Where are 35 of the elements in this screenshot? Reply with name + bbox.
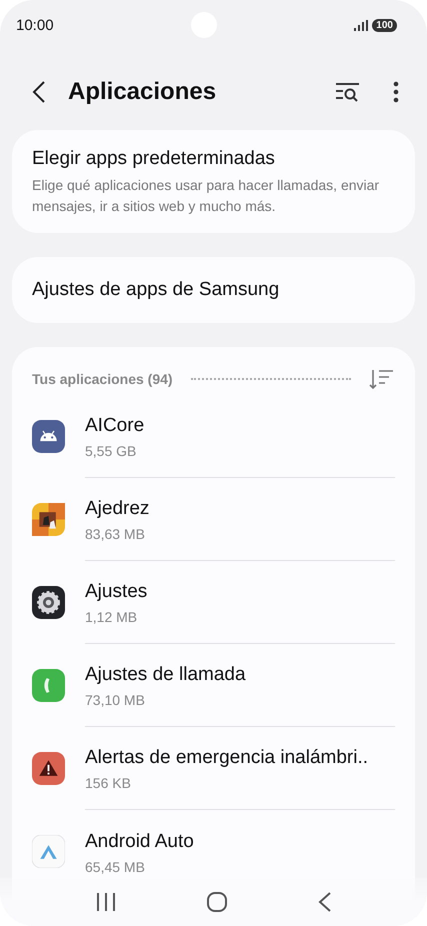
back-button[interactable] [32, 80, 46, 104]
app-name[interactable]: Android Auto [85, 830, 395, 852]
samsung-settings-item[interactable]: Ajustes de apps de Samsung [12, 257, 415, 323]
sort-button[interactable] [369, 369, 395, 389]
app-name[interactable]: Ajedrez [85, 498, 395, 520]
chess-icon [32, 503, 65, 536]
app-size: 83,63 MB [85, 526, 146, 542]
item-title: Ajustes de apps de Samsung [32, 279, 280, 301]
app-name[interactable]: AICore [85, 415, 395, 437]
more-options-button[interactable] [393, 81, 399, 103]
signal-icon [354, 20, 368, 30]
app-name[interactable]: Alertas de emergencia inalámbri.. [85, 747, 395, 769]
home-icon[interactable] [206, 892, 226, 912]
recent-apps-icon[interactable] [96, 893, 116, 911]
default-apps-item[interactable]: Elegir apps predeterminadas Elige qué aplicaciones usar para hacer llamadas, enviar mensajes, ir a sitios web y mucho más. [12, 130, 415, 233]
battery-level: 100 [372, 18, 397, 32]
android-robot-icon [32, 420, 65, 453]
search-list-button[interactable] [335, 82, 361, 102]
app-size: 65,45 MB [85, 858, 146, 874]
item-description: Elige qué aplicaciones usar para hacer llamadas, enviar mensajes, ir a sitios web y mucho más. [32, 176, 380, 216]
app-size: 1,12 MB [85, 609, 138, 625]
page-title: Aplicaciones [68, 78, 218, 106]
warning-icon [32, 752, 65, 785]
section-header: Tus aplicaciones (94) [32, 371, 173, 387]
phone-icon [32, 669, 65, 702]
app-name[interactable]: Ajustes de llamada [85, 664, 395, 686]
chevron-up-icon [32, 835, 65, 868]
app-name[interactable]: Ajustes [85, 581, 395, 603]
back-icon[interactable] [318, 892, 332, 912]
app-size: 156 KB [85, 775, 132, 791]
app-size: 73,10 MB [85, 692, 146, 708]
status-time: 10:00 [16, 16, 54, 34]
gear-icon [32, 586, 65, 619]
item-title: Elegir apps predeterminadas [32, 148, 276, 170]
app-size: 5,55 GB [85, 443, 138, 459]
